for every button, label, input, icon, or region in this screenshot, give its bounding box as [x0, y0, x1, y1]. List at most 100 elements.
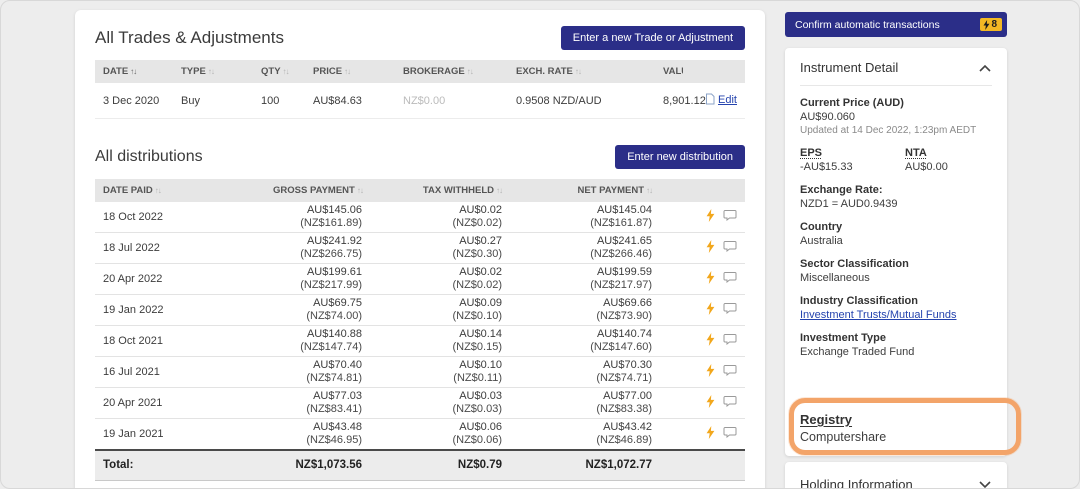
distributions-header-row: DATE PAID ↑↓ GROSS PAYMENT ↑↓ TAX WITHHELD… [95, 179, 745, 202]
new-distribution-button[interactable]: Enter new distribution [615, 145, 745, 169]
col-date-paid[interactable]: DATE PAID ↑↓ [95, 179, 265, 202]
investment-type-field: Investment Type Exchange Traded Fund [800, 332, 992, 358]
net-nzd: (NZ$161.87) [590, 217, 652, 229]
gross-aud: AU$43.48 [313, 421, 362, 433]
sort-icon: ↑↓ [154, 186, 162, 195]
trades-section-header: All Trades & Adjustments Enter a new Tra… [95, 26, 745, 50]
comment-icon[interactable] [723, 333, 737, 349]
tax-aud: AU$0.02 [459, 266, 502, 278]
sort-icon: ↑↓ [344, 67, 351, 76]
tax-aud: AU$0.14 [459, 328, 502, 340]
col-net-payment[interactable]: NET PAYMENT ↑↓ [510, 179, 660, 202]
auto-transaction-bolt-icon[interactable] [706, 425, 715, 443]
col-value[interactable]: VALUE↑↓ [655, 60, 683, 83]
auto-transaction-bolt-icon[interactable] [706, 301, 715, 319]
total-label: Total: [95, 449, 265, 481]
distributions-section-header: All distributions Enter new distribution [95, 145, 745, 169]
comment-icon[interactable] [723, 426, 737, 442]
comment-icon[interactable] [723, 209, 737, 225]
sort-icon: ↑↓ [282, 67, 290, 76]
collapse-chevron-up-icon[interactable] [978, 64, 992, 72]
net-nzd: (NZ$73.90) [596, 310, 652, 322]
tax-nzd: (NZ$0.10) [452, 310, 502, 322]
tax-aud: AU$0.10 [459, 359, 502, 371]
bolt-icon [983, 19, 990, 30]
registry-label: Registry [800, 412, 853, 427]
holding-information-title: Holding Information [800, 477, 913, 489]
confirm-button-label: Confirm automatic transactions [795, 18, 940, 31]
sector-value: Miscellaneous [800, 272, 870, 284]
col-type[interactable]: TYPE ↑↓ [173, 60, 253, 83]
col-tax-withheld[interactable]: TAX WITHHELD ↑↓ [370, 179, 510, 202]
comment-icon[interactable] [723, 271, 737, 287]
gross-aud: AU$140.88 [306, 328, 362, 340]
tax-nzd: (NZ$0.03) [452, 403, 502, 415]
net-aud: AU$77.00 [603, 390, 652, 402]
auto-transaction-bolt-icon[interactable] [706, 270, 715, 288]
eps-nta-row: EPS -AU$15.33 NTA AU$0.00 [800, 147, 992, 173]
new-trade-button[interactable]: Enter a new Trade or Adjustment [560, 26, 745, 50]
confirm-automatic-transactions-button[interactable]: Confirm automatic transactions 8 [785, 12, 1007, 37]
tax-nzd: (NZ$0.06) [452, 434, 502, 446]
industry-classification-link[interactable]: Investment Trusts/Mutual Funds [800, 309, 957, 321]
gross-aud: AU$199.61 [306, 266, 362, 278]
instrument-detail-title: Instrument Detail [800, 60, 899, 75]
gross-nzd: (NZ$147.74) [300, 341, 362, 353]
comment-icon[interactable] [723, 302, 737, 318]
edit-trade-link[interactable]: Edit [718, 94, 737, 106]
auto-transaction-bolt-icon[interactable] [706, 363, 715, 381]
comment-icon[interactable] [723, 395, 737, 411]
auto-transaction-bolt-icon[interactable] [706, 208, 715, 226]
tax-aud: AU$0.02 [459, 204, 502, 216]
trade-qty: 100 [253, 83, 305, 119]
investment-type-label: Investment Type [800, 332, 886, 344]
trades-and-distributions-card: All Trades & Adjustments Enter a new Tra… [75, 10, 765, 489]
auto-transaction-bolt-icon[interactable] [706, 394, 715, 412]
distribution-row: 19 Jan 2022 AU$69.75 (NZ$74.00) AU$0.09 (N… [95, 294, 745, 326]
eps-label: EPS [800, 147, 823, 159]
gross-nzd: (NZ$46.95) [306, 434, 362, 446]
comment-icon[interactable] [723, 364, 737, 380]
net-aud: AU$140.74 [596, 328, 652, 340]
col-price[interactable]: PRICE ↑↓ [305, 60, 395, 83]
sort-icon: ↑↓ [466, 67, 474, 76]
sector-label: Sector Classification [800, 258, 909, 270]
trades-title: All Trades & Adjustments [95, 28, 284, 47]
nta-label: NTA [905, 147, 927, 159]
tax-nzd: (NZ$0.11) [453, 372, 502, 384]
col-brokerage[interactable]: BROKERAGE ↑↓ [395, 60, 508, 83]
distribution-row: 16 Jul 2021 AU$70.40 (NZ$74.81) AU$0.10 (N… [95, 356, 745, 388]
auto-transaction-bolt-icon[interactable] [706, 332, 715, 350]
trade-row: 3 Dec 2020 Buy 100 AU$84.63 NZ$0.00 0.95… [95, 83, 745, 119]
trade-price: AU$84.63 [305, 83, 395, 119]
distribution-row: 18 Oct 2021 AU$140.88 (NZ$147.74) AU$0.14… [95, 325, 745, 357]
country-field: Country Australia [800, 221, 992, 247]
col-date[interactable]: DATE ↑↓ [95, 60, 173, 83]
col-actions [683, 60, 745, 83]
col-exch-rate[interactable]: EXCH. RATE ↑↓ [508, 60, 655, 83]
net-aud: AU$199.59 [596, 266, 652, 278]
distributions-body: 18 Oct 2022 AU$145.06 (NZ$161.89) AU$0.02… [95, 202, 745, 451]
holding-information-card[interactable]: Holding Information [785, 462, 1007, 489]
sort-icon: ↑↓ [130, 67, 137, 76]
gross-aud: AU$145.06 [306, 204, 362, 216]
sort-icon: ↑↓ [574, 67, 582, 76]
tax-aud: AU$0.09 [459, 297, 502, 309]
auto-transaction-bolt-icon[interactable] [706, 239, 715, 257]
comment-icon[interactable] [723, 240, 737, 256]
col-gross-payment[interactable]: GROSS PAYMENT ↑↓ [265, 179, 370, 202]
tax-aud: AU$0.06 [459, 421, 502, 433]
investment-type-value: Exchange Traded Fund [800, 346, 915, 358]
trades-table: DATE ↑↓ TYPE ↑↓ QTY ↑↓ PRICE ↑↓ BROKERAGE ↑↓ … [95, 60, 745, 119]
col-qty[interactable]: QTY ↑↓ [253, 60, 305, 83]
exchange-rate-value: NZD1 = AUD0.9439 [800, 198, 898, 210]
trade-value: 8,901.12 [655, 83, 706, 119]
industry-field: Industry Classification Investment Trust… [800, 295, 992, 321]
distribution-date: 16 Jul 2021 [95, 356, 265, 388]
expand-chevron-down-icon[interactable] [978, 480, 992, 489]
trade-date: 3 Dec 2020 [95, 83, 173, 119]
net-nzd: (NZ$46.89) [596, 434, 652, 446]
gross-aud: AU$241.92 [306, 235, 362, 247]
distribution-row: 18 Jul 2022 AU$241.92 (NZ$266.75) AU$0.27… [95, 232, 745, 264]
net-aud: AU$69.66 [603, 297, 652, 309]
